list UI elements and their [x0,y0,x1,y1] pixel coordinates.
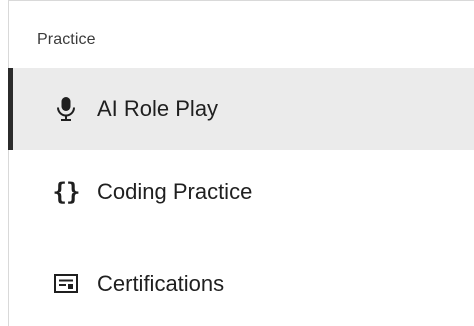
nav-item-label: Coding Practice [97,179,253,204]
selected-indicator [8,68,13,150]
nav-item-ai-role-play[interactable]: AI Role Play [8,68,474,150]
nav-item-label: Certifications [97,271,225,296]
code-braces-icon: {} [52,178,81,206]
nav-item-coding-practice[interactable]: {} Coding Practice [9,151,474,233]
nav-item-label: AI Role Play [97,96,219,121]
nav-item-certifications[interactable]: Certifications [9,241,474,326]
section-title: Practice [37,31,96,48]
microphone-icon [53,96,79,122]
practice-nav-panel: Practice AI Role Play {} Coding Practice [8,0,474,326]
certificate-icon [53,271,79,297]
